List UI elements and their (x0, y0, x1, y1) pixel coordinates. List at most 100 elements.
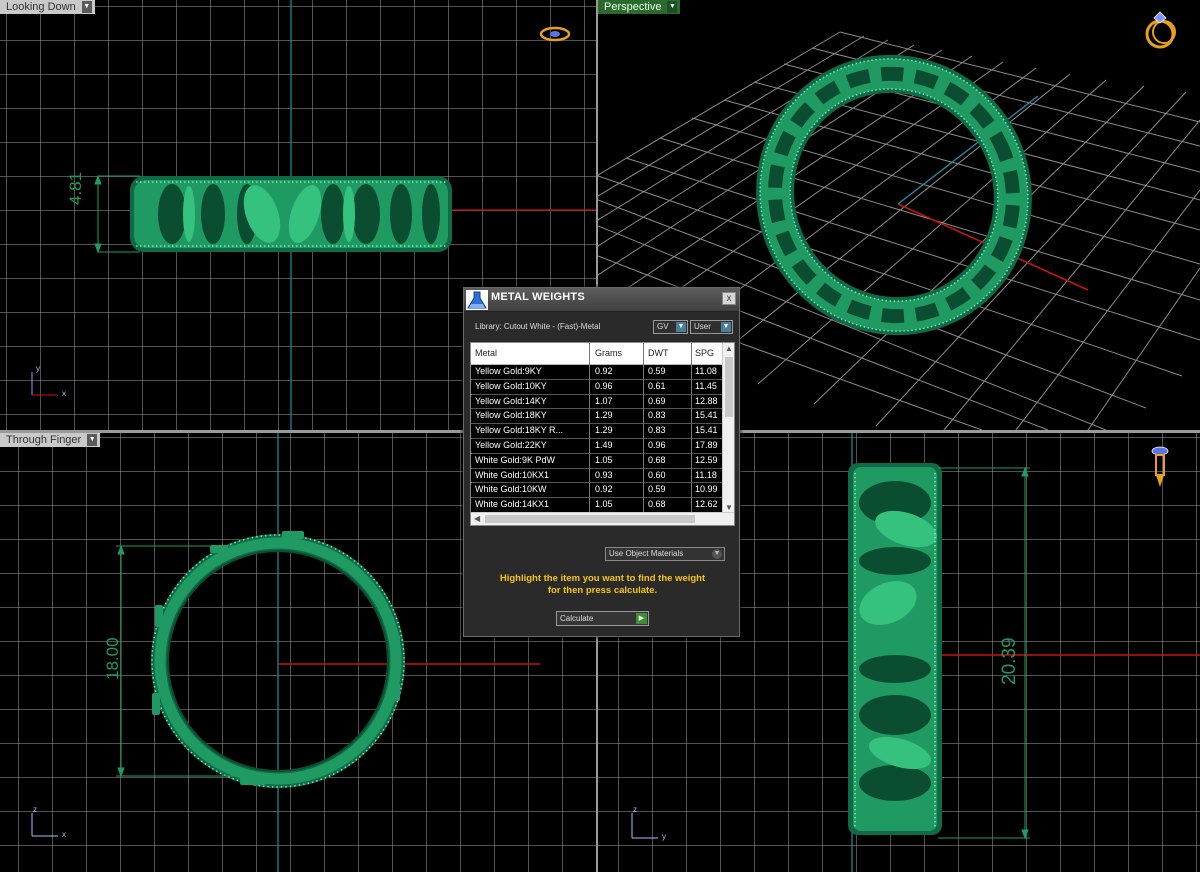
metal-weights-dialog: METAL WEIGHTS x Library: Cutout White - … (463, 287, 740, 637)
horizontal-scrollbar[interactable]: ◀ (471, 512, 734, 525)
chevron-down-icon: ▼ (676, 322, 686, 332)
column-divider (691, 343, 692, 513)
axis-label-z: z (633, 805, 637, 814)
user-dropdown[interactable]: User ▼ (690, 320, 733, 334)
table-cell: 0.68 (648, 499, 666, 510)
table-cell: 12.62 (695, 499, 718, 510)
flask-icon (466, 290, 488, 310)
axis-label-y: y (36, 364, 40, 373)
table-header: Metal Grams DWT SPG (471, 343, 723, 365)
axis-label-y: y (662, 832, 666, 841)
chevron-down-icon: ▼ (721, 322, 731, 332)
table-cell: 0.83 (648, 410, 666, 421)
column-header-dwt[interactable]: DWT (648, 348, 692, 358)
chevron-down-icon[interactable]: ▼ (81, 1, 92, 13)
table-cell: 12.59 (695, 454, 718, 465)
table-cell: 1.29 (595, 425, 613, 436)
table-row[interactable]: White Gold:10KW 0.92 0.59 10.99 (471, 483, 723, 499)
table-cell: 11.45 (695, 380, 717, 391)
table-cell: Yellow Gold:18KY R... (475, 425, 564, 436)
dimension-front: 18.00 (103, 637, 122, 680)
table-cell: White Gold:10KX1 (475, 469, 550, 480)
table-cell: White Gold:9K PdW (475, 454, 556, 465)
table-cell: White Gold:14KX1 (475, 499, 550, 510)
scroll-left-icon[interactable]: ◀ (474, 514, 480, 523)
play-icon: ▶ (636, 613, 647, 624)
column-header-spg[interactable]: SPG (695, 348, 725, 358)
table-cell: 0.59 (648, 366, 666, 376)
user-dropdown-label: User (694, 322, 711, 331)
table-row[interactable]: Yellow Gold:10KY 0.96 0.61 11.45 (471, 379, 723, 395)
metal-weights-table[interactable]: Metal Grams DWT SPG Yellow Gold:9KY 0.92 0… (470, 342, 735, 526)
table-cell: 0.60 (648, 469, 666, 480)
object-materials-dropdown[interactable]: Use Object Materials ▼ (605, 547, 725, 561)
dimension-top: 4.81 (66, 171, 85, 205)
table-row[interactable]: White Gold:10KX1 0.93 0.60 11.18 (471, 468, 723, 484)
table-cell: 10.99 (695, 484, 718, 495)
instruction-text: Highlight the item you want to find the … (464, 573, 741, 597)
table-row[interactable]: White Gold:14KX1 1.05 0.68 12.62 (471, 498, 723, 513)
table-cell: 0.93 (595, 469, 613, 480)
dialog-title: METAL WEIGHTS (491, 291, 585, 303)
column-header-grams[interactable]: Grams (595, 348, 641, 358)
close-button[interactable]: x (722, 292, 736, 305)
dimension-side: 20.39 (999, 637, 1020, 685)
axis-label-x: x (62, 389, 66, 398)
table-cell: 0.92 (595, 366, 613, 376)
calculate-label: Calculate (560, 614, 594, 623)
calculate-button[interactable]: Calculate ▶ (556, 611, 649, 626)
table-row[interactable]: Yellow Gold:9KY 0.92 0.59 11.08 (471, 365, 723, 380)
scroll-thumb[interactable] (485, 515, 695, 523)
viewport-label-perspective[interactable]: Perspective ▼ (598, 0, 681, 14)
axis-label-x: x (62, 830, 66, 839)
chevron-down-icon: ▼ (712, 549, 722, 559)
table-cell: 1.29 (595, 410, 613, 421)
instruction-line: for then press calculate. (547, 585, 658, 596)
table-row[interactable]: Yellow Gold:22KY 1.49 0.96 17.89 (471, 438, 723, 454)
table-cell: 0.96 (648, 439, 666, 450)
table-cell: 1.49 (595, 439, 613, 450)
table-cell: 11.18 (695, 469, 717, 480)
table-cell: Yellow Gold:18KY (475, 410, 547, 421)
gv-dropdown[interactable]: GV ▼ (653, 320, 688, 334)
axis-label-z: z (33, 805, 37, 814)
table-row[interactable]: White Gold:9K PdW 1.05 0.68 12.59 (471, 453, 723, 469)
table-row[interactable]: Yellow Gold:18KY 1.29 0.83 15.41 (471, 409, 723, 425)
table-cell: White Gold:10KW (475, 484, 547, 495)
table-cell: 1.05 (595, 499, 613, 510)
scroll-up-icon[interactable]: ▲ (725, 344, 733, 353)
column-header-metal[interactable]: Metal (475, 348, 587, 358)
table-cell: 1.05 (595, 454, 613, 465)
viewport-label-looking-down[interactable]: Looking Down ▼ (0, 0, 95, 14)
table-cell: 15.41 (695, 425, 718, 436)
table-cell: 0.61 (648, 380, 666, 391)
dialog-titlebar[interactable]: METAL WEIGHTS x (464, 288, 739, 312)
ring-gizmo-icon (1151, 446, 1169, 487)
table-cell: 0.59 (648, 484, 666, 495)
table-cell: 0.68 (648, 454, 666, 465)
gv-dropdown-label: GV (657, 322, 669, 331)
table-cell: Yellow Gold:14KY (475, 395, 547, 406)
table-body: Yellow Gold:9KY 0.92 0.59 11.08 Yellow Gold:… (471, 365, 723, 513)
table-cell: 0.96 (595, 380, 613, 391)
vertical-scrollbar[interactable]: ▲ ▼ (722, 343, 734, 513)
table-cell: 15.41 (695, 410, 718, 421)
table-row[interactable]: Yellow Gold:14KY 1.07 0.69 12.88 (471, 394, 723, 410)
table-cell: Yellow Gold:10KY (475, 380, 547, 391)
library-label: Library: Cutout White - (Fast)-Metal (475, 322, 601, 331)
scroll-thumb[interactable] (725, 357, 733, 417)
ring-gizmo-icon (539, 26, 571, 42)
table-cell: 11.08 (695, 366, 717, 376)
chevron-down-icon[interactable]: ▼ (667, 1, 678, 13)
ring-band-top-view (130, 176, 452, 252)
table-cell: 1.07 (595, 395, 613, 406)
chevron-down-icon[interactable]: ▼ (87, 434, 98, 446)
viewport-label-through-finger[interactable]: Through Finger ▼ (0, 433, 101, 447)
object-materials-label: Use Object Materials (609, 549, 684, 558)
table-row[interactable]: Yellow Gold:18KY R... 1.29 0.83 15.41 (471, 424, 723, 439)
ring-perspective-view (756, 54, 1032, 336)
scroll-down-icon[interactable]: ▼ (725, 503, 733, 512)
table-cell: 0.69 (648, 395, 666, 406)
column-divider (589, 343, 590, 513)
table-cell: 17.89 (695, 439, 718, 450)
